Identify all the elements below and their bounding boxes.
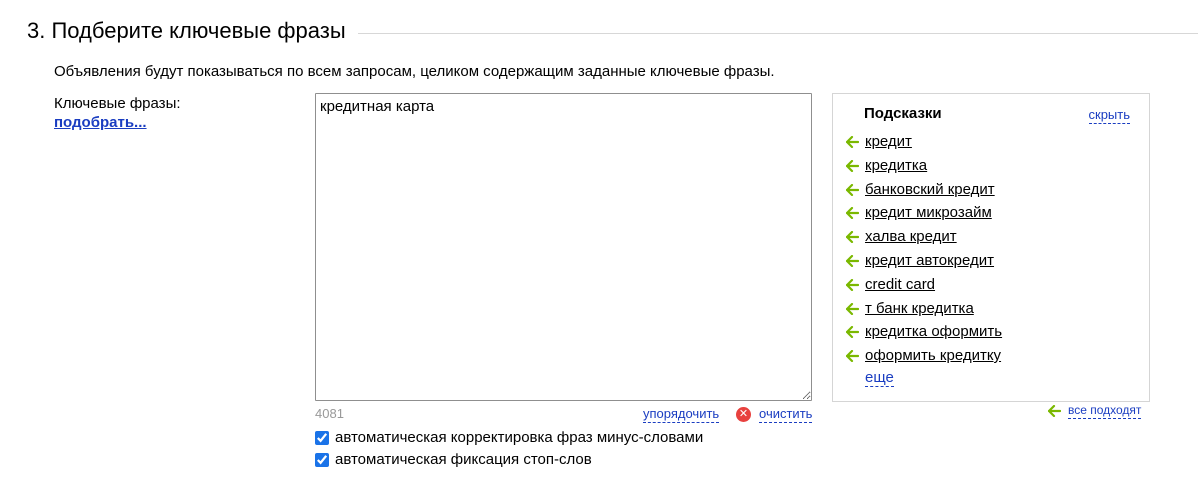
arrow-left-icon	[846, 350, 859, 362]
arrow-left-icon	[846, 231, 859, 243]
section-title: 3. Подберите ключевые фразы	[27, 15, 358, 47]
hint-text: т банк кредитка	[865, 300, 974, 317]
hint-text: кредитка оформить	[865, 323, 1003, 340]
minus-words-checkbox[interactable]	[315, 431, 329, 445]
character-counter: 4081	[315, 406, 344, 421]
arrow-left-icon	[846, 207, 859, 219]
clear-phrases-link[interactable]: очистить	[759, 406, 813, 423]
keywords-textarea[interactable]	[315, 93, 812, 401]
stop-words-label: автоматическая фиксация стоп-слов	[335, 451, 592, 468]
hint-text: банковский кредит	[865, 181, 995, 198]
hint-item[interactable]: кредит	[846, 132, 912, 152]
hint-text: кредитка	[865, 157, 928, 174]
hint-item[interactable]: банковский кредит	[846, 180, 995, 200]
hints-panel: Подсказки скрыть кредит кредитка банковс…	[832, 93, 1150, 402]
hint-item[interactable]: кредит микрозайм	[846, 203, 992, 223]
hint-item[interactable]: оформить кредитку	[846, 346, 1001, 366]
more-hints-link[interactable]: еще	[865, 369, 894, 387]
hide-hints-link[interactable]: скрыть	[1088, 107, 1130, 124]
keywords-label: Ключевые фразы:	[54, 95, 181, 112]
arrow-left-icon	[846, 160, 859, 172]
sort-phrases-link[interactable]: упорядочить	[643, 406, 720, 423]
hints-title: Подсказки	[864, 105, 942, 122]
hint-item[interactable]: кредит автокредит	[846, 251, 994, 271]
hint-text: кредит автокредит	[865, 252, 995, 269]
arrow-left-icon	[1048, 405, 1061, 417]
hint-text: оформить кредитку	[865, 347, 1002, 364]
option-stop-words[interactable]: автоматическая фиксация стоп-слов	[315, 450, 592, 470]
hint-text: кредит	[865, 133, 912, 150]
hint-item[interactable]: credit card	[846, 275, 935, 295]
hint-text: credit card	[865, 276, 936, 293]
hint-item[interactable]: кредитка оформить	[846, 322, 1002, 342]
hint-item[interactable]: т банк кредитка	[846, 299, 974, 319]
hint-text: кредит микрозайм	[865, 204, 992, 221]
close-circle-icon[interactable]: ✕	[736, 407, 751, 422]
arrow-left-icon	[846, 279, 859, 291]
pick-keywords-link[interactable]: подобрать...	[54, 113, 147, 132]
arrow-left-icon	[846, 255, 859, 267]
section-description: Объявления будут показываться по всем за…	[54, 63, 775, 80]
hint-item[interactable]: кредитка	[846, 156, 927, 176]
stop-words-checkbox[interactable]	[315, 453, 329, 467]
add-all-hints-label: все подходят	[1068, 403, 1142, 419]
arrow-left-icon	[846, 303, 859, 315]
arrow-left-icon	[846, 136, 859, 148]
hint-item[interactable]: халва кредит	[846, 227, 957, 247]
minus-words-label: автоматическая корректировка фраз минус-…	[335, 429, 704, 446]
arrow-left-icon	[846, 326, 859, 338]
option-minus-words[interactable]: автоматическая корректировка фраз минус-…	[315, 428, 703, 448]
add-all-hints-link[interactable]: все подходят	[1048, 403, 1142, 419]
hint-text: халва кредит	[865, 228, 957, 245]
arrow-left-icon	[846, 184, 859, 196]
